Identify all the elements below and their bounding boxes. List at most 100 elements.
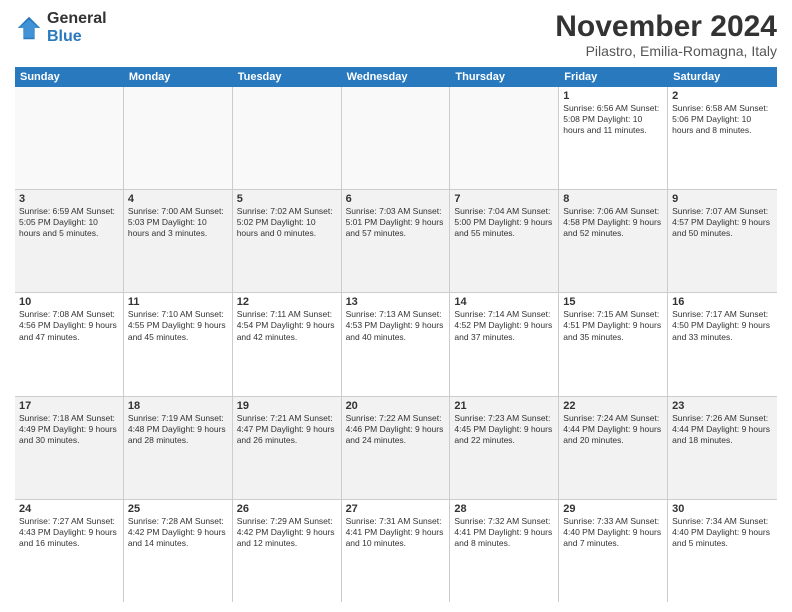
day-info: Sunrise: 7:21 AM Sunset: 4:47 PM Dayligh… xyxy=(237,413,337,446)
day-info: Sunrise: 7:18 AM Sunset: 4:49 PM Dayligh… xyxy=(19,413,119,446)
day-cell: 3Sunrise: 6:59 AM Sunset: 5:05 PM Daylig… xyxy=(15,190,124,292)
day-number: 29 xyxy=(563,503,663,515)
empty-cell xyxy=(124,87,233,189)
day-number: 3 xyxy=(19,193,119,205)
day-number: 17 xyxy=(19,400,119,412)
day-number: 11 xyxy=(128,296,228,308)
day-cell: 15Sunrise: 7:15 AM Sunset: 4:51 PM Dayli… xyxy=(559,293,668,395)
day-info: Sunrise: 7:06 AM Sunset: 4:58 PM Dayligh… xyxy=(563,206,663,239)
day-cell: 10Sunrise: 7:08 AM Sunset: 4:56 PM Dayli… xyxy=(15,293,124,395)
logo: General Blue xyxy=(15,10,107,45)
day-info: Sunrise: 7:03 AM Sunset: 5:01 PM Dayligh… xyxy=(346,206,446,239)
day-info: Sunrise: 7:11 AM Sunset: 4:54 PM Dayligh… xyxy=(237,309,337,342)
day-info: Sunrise: 6:59 AM Sunset: 5:05 PM Dayligh… xyxy=(19,206,119,239)
location: Pilastro, Emilia-Romagna, Italy xyxy=(555,43,777,59)
day-header-thursday: Thursday xyxy=(450,67,559,87)
day-header-tuesday: Tuesday xyxy=(233,67,342,87)
day-number: 6 xyxy=(346,193,446,205)
day-cell: 24Sunrise: 7:27 AM Sunset: 4:43 PM Dayli… xyxy=(15,500,124,602)
calendar-row: 1Sunrise: 6:56 AM Sunset: 5:08 PM Daylig… xyxy=(15,87,777,190)
day-number: 4 xyxy=(128,193,228,205)
day-header-wednesday: Wednesday xyxy=(342,67,451,87)
day-cell: 5Sunrise: 7:02 AM Sunset: 5:02 PM Daylig… xyxy=(233,190,342,292)
empty-cell xyxy=(450,87,559,189)
day-header-sunday: Sunday xyxy=(15,67,124,87)
calendar-row: 17Sunrise: 7:18 AM Sunset: 4:49 PM Dayli… xyxy=(15,397,777,500)
day-number: 19 xyxy=(237,400,337,412)
day-info: Sunrise: 7:00 AM Sunset: 5:03 PM Dayligh… xyxy=(128,206,228,239)
day-cell: 1Sunrise: 6:56 AM Sunset: 5:08 PM Daylig… xyxy=(559,87,668,189)
day-cell: 19Sunrise: 7:21 AM Sunset: 4:47 PM Dayli… xyxy=(233,397,342,499)
day-number: 26 xyxy=(237,503,337,515)
day-number: 28 xyxy=(454,503,554,515)
day-cell: 13Sunrise: 7:13 AM Sunset: 4:53 PM Dayli… xyxy=(342,293,451,395)
day-number: 2 xyxy=(672,90,773,102)
day-number: 15 xyxy=(563,296,663,308)
day-number: 27 xyxy=(346,503,446,515)
day-info: Sunrise: 7:19 AM Sunset: 4:48 PM Dayligh… xyxy=(128,413,228,446)
day-info: Sunrise: 7:34 AM Sunset: 4:40 PM Dayligh… xyxy=(672,516,773,549)
day-cell: 21Sunrise: 7:23 AM Sunset: 4:45 PM Dayli… xyxy=(450,397,559,499)
day-cell: 4Sunrise: 7:00 AM Sunset: 5:03 PM Daylig… xyxy=(124,190,233,292)
day-cell: 20Sunrise: 7:22 AM Sunset: 4:46 PM Dayli… xyxy=(342,397,451,499)
day-info: Sunrise: 7:23 AM Sunset: 4:45 PM Dayligh… xyxy=(454,413,554,446)
empty-cell xyxy=(233,87,342,189)
calendar-body: 1Sunrise: 6:56 AM Sunset: 5:08 PM Daylig… xyxy=(15,87,777,602)
day-info: Sunrise: 7:32 AM Sunset: 4:41 PM Dayligh… xyxy=(454,516,554,549)
day-info: Sunrise: 7:33 AM Sunset: 4:40 PM Dayligh… xyxy=(563,516,663,549)
header: General Blue November 2024 Pilastro, Emi… xyxy=(15,10,777,59)
day-number: 12 xyxy=(237,296,337,308)
day-cell: 22Sunrise: 7:24 AM Sunset: 4:44 PM Dayli… xyxy=(559,397,668,499)
day-info: Sunrise: 7:04 AM Sunset: 5:00 PM Dayligh… xyxy=(454,206,554,239)
calendar-row: 10Sunrise: 7:08 AM Sunset: 4:56 PM Dayli… xyxy=(15,293,777,396)
day-cell: 9Sunrise: 7:07 AM Sunset: 4:57 PM Daylig… xyxy=(668,190,777,292)
day-cell: 11Sunrise: 7:10 AM Sunset: 4:55 PM Dayli… xyxy=(124,293,233,395)
day-info: Sunrise: 6:58 AM Sunset: 5:06 PM Dayligh… xyxy=(672,103,773,136)
page: General Blue November 2024 Pilastro, Emi… xyxy=(0,0,792,612)
day-number: 13 xyxy=(346,296,446,308)
empty-cell xyxy=(342,87,451,189)
day-number: 14 xyxy=(454,296,554,308)
day-info: Sunrise: 6:56 AM Sunset: 5:08 PM Dayligh… xyxy=(563,103,663,136)
day-cell: 6Sunrise: 7:03 AM Sunset: 5:01 PM Daylig… xyxy=(342,190,451,292)
day-info: Sunrise: 7:10 AM Sunset: 4:55 PM Dayligh… xyxy=(128,309,228,342)
calendar: SundayMondayTuesdayWednesdayThursdayFrid… xyxy=(15,67,777,602)
day-info: Sunrise: 7:29 AM Sunset: 4:42 PM Dayligh… xyxy=(237,516,337,549)
day-number: 25 xyxy=(128,503,228,515)
day-cell: 23Sunrise: 7:26 AM Sunset: 4:44 PM Dayli… xyxy=(668,397,777,499)
day-cell: 7Sunrise: 7:04 AM Sunset: 5:00 PM Daylig… xyxy=(450,190,559,292)
title-area: November 2024 Pilastro, Emilia-Romagna, … xyxy=(555,10,777,59)
day-header-saturday: Saturday xyxy=(668,67,777,87)
day-cell: 18Sunrise: 7:19 AM Sunset: 4:48 PM Dayli… xyxy=(124,397,233,499)
day-number: 9 xyxy=(672,193,773,205)
logo-text: General Blue xyxy=(47,10,107,45)
day-cell: 28Sunrise: 7:32 AM Sunset: 4:41 PM Dayli… xyxy=(450,500,559,602)
day-info: Sunrise: 7:28 AM Sunset: 4:42 PM Dayligh… xyxy=(128,516,228,549)
day-cell: 27Sunrise: 7:31 AM Sunset: 4:41 PM Dayli… xyxy=(342,500,451,602)
day-cell: 17Sunrise: 7:18 AM Sunset: 4:49 PM Dayli… xyxy=(15,397,124,499)
day-info: Sunrise: 7:14 AM Sunset: 4:52 PM Dayligh… xyxy=(454,309,554,342)
day-number: 23 xyxy=(672,400,773,412)
day-header-monday: Monday xyxy=(124,67,233,87)
day-cell: 12Sunrise: 7:11 AM Sunset: 4:54 PM Dayli… xyxy=(233,293,342,395)
day-number: 10 xyxy=(19,296,119,308)
day-cell: 25Sunrise: 7:28 AM Sunset: 4:42 PM Dayli… xyxy=(124,500,233,602)
calendar-row: 3Sunrise: 6:59 AM Sunset: 5:05 PM Daylig… xyxy=(15,190,777,293)
day-cell: 14Sunrise: 7:14 AM Sunset: 4:52 PM Dayli… xyxy=(450,293,559,395)
day-info: Sunrise: 7:15 AM Sunset: 4:51 PM Dayligh… xyxy=(563,309,663,342)
empty-cell xyxy=(15,87,124,189)
day-number: 21 xyxy=(454,400,554,412)
logo-icon xyxy=(15,14,43,42)
day-number: 16 xyxy=(672,296,773,308)
day-number: 20 xyxy=(346,400,446,412)
day-cell: 16Sunrise: 7:17 AM Sunset: 4:50 PM Dayli… xyxy=(668,293,777,395)
day-info: Sunrise: 7:07 AM Sunset: 4:57 PM Dayligh… xyxy=(672,206,773,239)
calendar-header: SundayMondayTuesdayWednesdayThursdayFrid… xyxy=(15,67,777,87)
day-info: Sunrise: 7:02 AM Sunset: 5:02 PM Dayligh… xyxy=(237,206,337,239)
day-cell: 26Sunrise: 7:29 AM Sunset: 4:42 PM Dayli… xyxy=(233,500,342,602)
day-number: 24 xyxy=(19,503,119,515)
calendar-row: 24Sunrise: 7:27 AM Sunset: 4:43 PM Dayli… xyxy=(15,500,777,602)
day-number: 22 xyxy=(563,400,663,412)
month-title: November 2024 xyxy=(555,10,777,43)
day-cell: 2Sunrise: 6:58 AM Sunset: 5:06 PM Daylig… xyxy=(668,87,777,189)
